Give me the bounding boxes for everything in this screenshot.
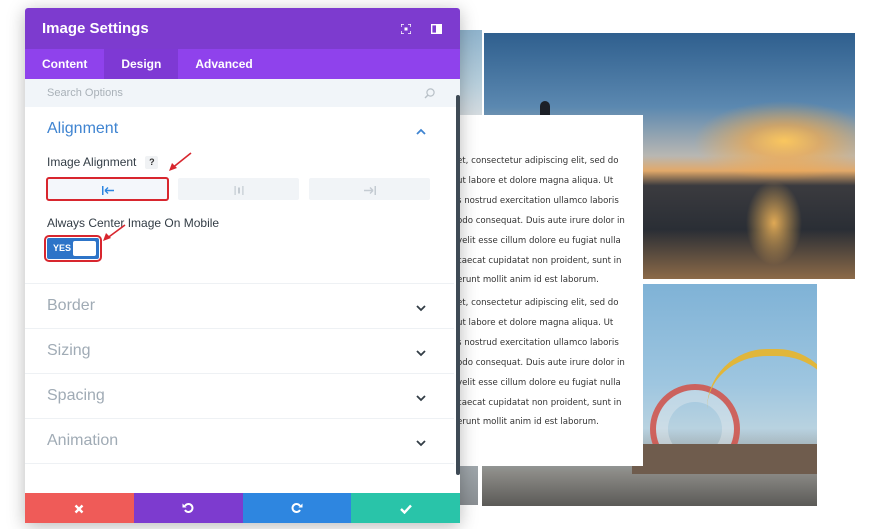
header-icons: [400, 23, 442, 35]
section-animation-header[interactable]: Animation: [25, 419, 454, 463]
section-sizing: Sizing: [25, 329, 454, 374]
chevron-down-icon: [416, 432, 426, 451]
text-block-2: et, consectetur adipiscing elit, sed do …: [455, 284, 643, 466]
cancel-button[interactable]: [25, 493, 134, 523]
tab-content[interactable]: Content: [25, 49, 104, 79]
image-settings-modal: Image Settings Content Design Advanced A…: [25, 8, 460, 523]
text-line: ut labore et dolore magna aliqua. Ut: [457, 317, 614, 328]
pier-deck: [632, 444, 817, 474]
roller-coaster: [707, 349, 817, 409]
tab-bar: Content Design Advanced: [25, 49, 460, 79]
help-icon[interactable]: ?: [145, 155, 159, 169]
section-border-header[interactable]: Border: [25, 284, 454, 328]
text-line: odo consequat. Duis aute irure dolor in: [457, 215, 625, 226]
align-left-button[interactable]: [46, 177, 169, 201]
scrollbar[interactable]: [456, 95, 460, 475]
image-alignment-label-text: Image Alignment: [47, 155, 137, 169]
right-align-icon: [363, 180, 376, 199]
center-mobile-label-text: Always Center Image On Mobile: [47, 216, 220, 230]
text-line: et, consectetur adipiscing elit, sed do: [457, 156, 619, 166]
settings-body: Alignment Image Alignment ? Always Cente…: [25, 107, 454, 493]
tab-advanced[interactable]: Advanced: [178, 49, 269, 79]
text-line: velit esse cillum dolore eu fugiat nulla: [457, 235, 621, 246]
section-animation: Animation: [25, 419, 454, 464]
section-title: Alignment: [47, 120, 119, 137]
chevron-down-icon: [416, 342, 426, 361]
chevron-down-icon: [416, 387, 426, 406]
redo-button[interactable]: [242, 493, 352, 523]
sidebar-toggle-icon[interactable]: [430, 23, 442, 35]
chevron-down-icon: [416, 297, 426, 316]
section-title: Spacing: [47, 387, 105, 404]
modal-title: Image Settings: [42, 20, 149, 37]
text-line: caecat cupidatat non proident, sunt in: [457, 397, 622, 408]
text-line: s nostrud exercitation ullamco laboris: [457, 195, 619, 206]
undo-icon: [182, 499, 194, 518]
search-icon[interactable]: [424, 84, 435, 103]
sun-reflection: [729, 168, 819, 278]
text-line: ut labore et dolore magna aliqua. Ut: [457, 175, 614, 186]
text-line: erunt mollit anim id est laborum.: [457, 417, 599, 428]
annotation-arrow: [103, 224, 126, 241]
center-mobile-toggle[interactable]: YES: [44, 235, 102, 262]
align-right-button[interactable]: [309, 178, 430, 200]
annotation-arrow: [169, 152, 192, 171]
chevron-up-icon: [416, 120, 426, 139]
section-title: Border: [47, 297, 96, 314]
text-block-1: et, consectetur adipiscing elit, sed do …: [455, 115, 643, 285]
section-title: Animation: [47, 432, 119, 449]
section-spacing: Spacing: [25, 374, 454, 419]
section-title: Sizing: [47, 342, 91, 359]
section-border: Border: [25, 284, 454, 329]
expand-icon[interactable]: [400, 23, 412, 35]
text-line: caecat cupidatat non proident, sunt in: [457, 255, 622, 266]
section-sizing-header[interactable]: Sizing: [25, 329, 454, 373]
search-input[interactable]: [47, 87, 377, 99]
image-alignment-options: [46, 177, 454, 201]
search-bar: [25, 79, 460, 107]
section-spacing-header[interactable]: Spacing: [25, 374, 454, 418]
section-alignment: Alignment Image Alignment ? Always Cente…: [25, 107, 454, 284]
undo-button[interactable]: [133, 493, 243, 523]
text-line: velit esse cillum dolore eu fugiat nulla: [457, 377, 621, 388]
modal-header: Image Settings: [25, 8, 460, 49]
check-icon: [399, 499, 412, 518]
text-line: odo consequat. Duis aute irure dolor in: [457, 357, 625, 368]
center-align-icon: [233, 180, 245, 199]
tab-design[interactable]: Design: [104, 49, 179, 79]
left-align-icon: [101, 180, 114, 199]
save-button[interactable]: [351, 493, 460, 523]
text-line: et, consectetur adipiscing elit, sed do: [457, 298, 619, 308]
close-icon: [74, 499, 84, 518]
modal-footer: [25, 493, 460, 523]
toggle-label: YES: [53, 243, 72, 253]
redo-icon: [291, 499, 303, 518]
align-center-button[interactable]: [178, 178, 299, 200]
section-alignment-header[interactable]: Alignment: [25, 107, 454, 151]
text-line: s nostrud exercitation ullamco laboris: [457, 337, 619, 348]
image-alignment-label: Image Alignment ?: [47, 155, 454, 169]
toggle-knob: [73, 241, 96, 256]
